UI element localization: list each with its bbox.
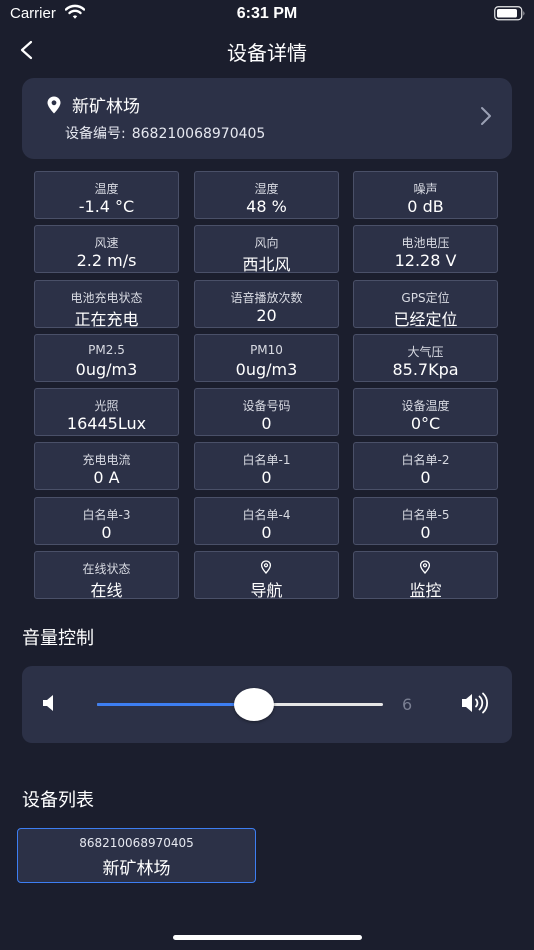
metric-label: 大气压 — [407, 345, 444, 359]
metric-label: 在线状态 — [82, 562, 131, 576]
metric-cell: 噪声 0 dB — [353, 171, 498, 219]
metric-label: 光照 — [94, 399, 119, 413]
metric-label: PM2.5 — [88, 343, 125, 357]
metric-cell: 语音播放次数 20 — [194, 280, 339, 328]
metric-value: 正在充电 — [74, 310, 139, 329]
metric-label: 湿度 — [254, 182, 279, 196]
metric-value: 0ug/m3 — [235, 360, 298, 379]
metric-value: 在线 — [90, 581, 123, 600]
metric-value: 0 A — [93, 468, 120, 487]
metric-value: 0 — [261, 468, 272, 487]
metric-value: 已经定位 — [393, 310, 458, 329]
status-time: 6:31 PM — [236, 5, 298, 22]
metric-value: 2.2 m/s — [76, 251, 137, 270]
metric-cell: 白名单-5 0 — [353, 497, 498, 545]
navigate-button[interactable]: 导航 — [194, 551, 339, 600]
metric-cell: 电池充电状态正在充电 — [34, 280, 179, 329]
metric-cell: 湿度 48 % — [194, 171, 339, 219]
metric-cell: 白名单-2 0 — [353, 442, 498, 490]
metric-label: 白名单-3 — [82, 508, 131, 522]
metric-label: 风向 — [254, 236, 279, 250]
device-list-title: 设备列表 — [22, 790, 94, 811]
metric-value: 0 — [420, 523, 431, 542]
metric-cell: 光照 16445Lux — [34, 388, 179, 436]
metric-label: GPS定位 — [401, 291, 450, 305]
metric-label: 温度 — [94, 182, 119, 196]
metric-value: 0 — [261, 523, 272, 542]
metric-value: 0 — [420, 468, 431, 487]
metric-label: PM10 — [250, 343, 283, 357]
metric-value: 0 — [261, 414, 272, 433]
location-card[interactable]: 新矿林场 设备编号: 868210068970405 — [22, 78, 512, 159]
metric-label: 白名单-2 — [401, 453, 450, 467]
online-status-cell: 在线状态 在线 — [34, 551, 179, 600]
metric-label: 白名单-1 — [242, 453, 291, 467]
metric-cell: 温度 -1.4 °C — [34, 171, 179, 219]
location-pin-icon — [418, 559, 432, 578]
metric-cell: GPS定位已经定位 — [353, 280, 498, 329]
location-name: 新矿林场 — [72, 97, 140, 117]
metric-label: 风速 — [94, 236, 119, 250]
location-pin-icon — [47, 96, 61, 118]
metric-label: 噪声 — [413, 182, 438, 196]
metric-label: 电池充电状态 — [70, 291, 143, 305]
metric-value: 0°C — [410, 414, 441, 433]
metric-cell: PM10 0ug/m3 — [194, 334, 339, 382]
metric-cell: 风速 2.2 m/s — [34, 225, 179, 273]
metric-label: 充电电流 — [82, 453, 131, 467]
metric-value: -1.4 °C — [78, 197, 135, 216]
metric-cell: 大气压 85.7Kpa — [353, 334, 498, 382]
metric-cell: 电池电压 12.28 V — [353, 225, 498, 273]
device-list-item[interactable]: 868210068970405 新矿林场 — [17, 828, 256, 883]
battery-icon — [494, 6, 526, 26]
metric-label: 白名单-4 — [242, 508, 291, 522]
metric-value: 西北风 — [242, 255, 291, 274]
speaker-mute-icon[interactable] — [42, 693, 58, 717]
metric-value: 16445Lux — [66, 414, 147, 433]
device-item-code: 868210068970405 — [79, 836, 194, 850]
metric-cell: 白名单-1 0 — [194, 442, 339, 490]
metric-cell: 风向 西北风 — [194, 225, 339, 274]
speaker-loud-icon[interactable] — [461, 690, 493, 720]
metric-label: 语音播放次数 — [230, 291, 303, 305]
monitor-button[interactable]: 监控 — [353, 551, 498, 600]
navigation-bar: 设备详情 — [0, 30, 534, 70]
metric-value: 0 dB — [407, 197, 444, 216]
monitor-label: 监控 — [409, 581, 442, 600]
volume-slider-thumb[interactable] — [234, 688, 274, 721]
metric-value: 0 — [101, 523, 112, 542]
navigate-label: 导航 — [250, 581, 283, 600]
metric-value: 0ug/m3 — [75, 360, 138, 379]
metric-label: 设备温度 — [401, 399, 450, 413]
device-item-name: 新矿林场 — [102, 859, 171, 879]
volume-value: 6 — [402, 695, 413, 714]
metric-value: 20 — [256, 306, 277, 325]
metric-cell: 充电电流 0 A — [34, 442, 179, 490]
metric-label: 白名单-5 — [401, 508, 450, 522]
volume-section-title: 音量控制 — [22, 628, 94, 649]
metric-label: 电池电压 — [401, 236, 450, 250]
device-code-row: 设备编号: 868210068970405 — [65, 123, 265, 143]
device-code-value: 868210068970405 — [131, 126, 266, 142]
metric-cell: 白名单-4 0 — [194, 497, 339, 545]
metric-cell: PM2.5 0ug/m3 — [34, 334, 179, 382]
volume-slider-fill — [97, 703, 254, 706]
metrics-grid: 温度 -1.4 °C 湿度 48 % 噪声 0 dB 风速 2.2 m/s 风向 西北风 … — [34, 171, 498, 601]
metric-value: 48 % — [246, 197, 287, 216]
metric-cell: 白名单-3 0 — [34, 497, 179, 545]
metric-cell: 设备温度 0°C — [353, 388, 498, 436]
metric-value: 85.7Kpa — [392, 360, 459, 379]
status-bar: Carrier 6:31 PM — [0, 0, 534, 28]
volume-panel: 6 — [22, 666, 512, 743]
metric-cell: 设备号码 0 — [194, 388, 339, 436]
home-indicator[interactable] — [173, 935, 362, 940]
location-pin-icon — [259, 559, 273, 578]
metric-value: 12.28 V — [394, 251, 457, 270]
metric-label: 设备号码 — [242, 399, 291, 413]
page-title: 设备详情 — [227, 41, 307, 65]
chevron-right-icon — [480, 106, 492, 130]
device-code-label: 设备编号: — [65, 126, 126, 142]
